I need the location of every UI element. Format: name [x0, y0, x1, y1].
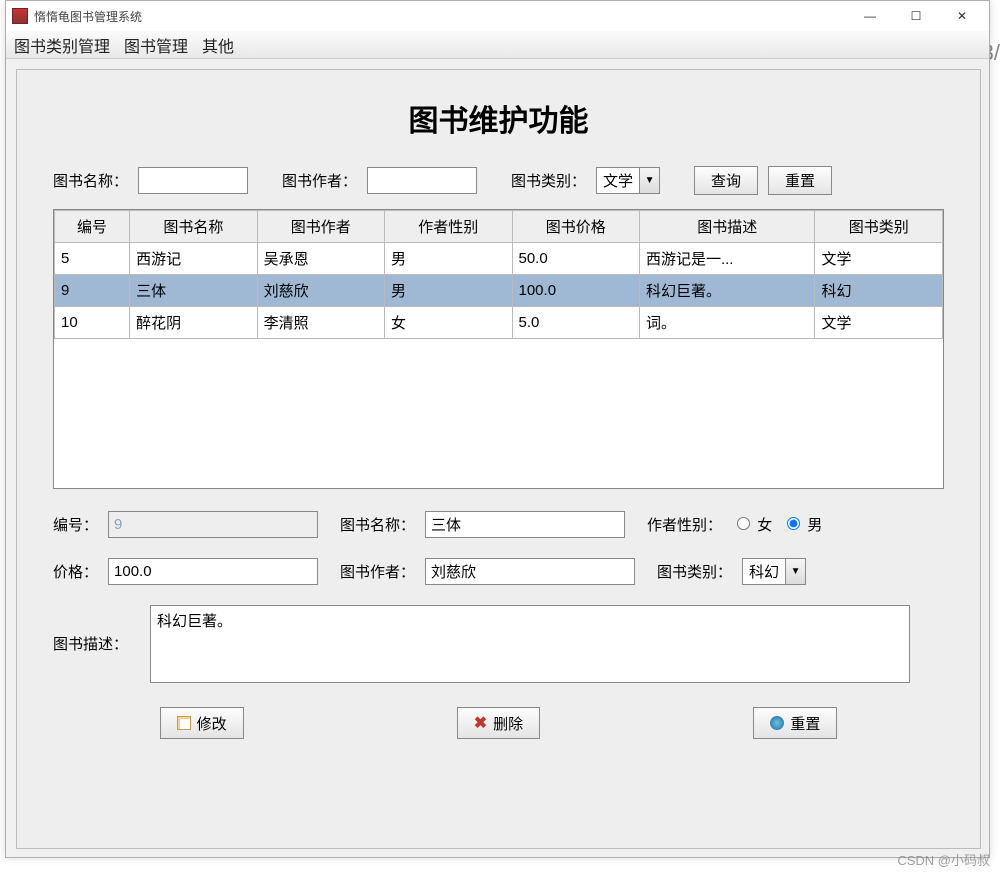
reset-search-button[interactable]: 重置: [768, 166, 832, 195]
cat-label: 图书类别：: [657, 561, 732, 582]
author-label: 图书作者：: [340, 561, 415, 582]
gender-label: 作者性别：: [647, 514, 722, 535]
name-label: 图书名称：: [340, 514, 415, 535]
gender-male-radio[interactable]: 男: [782, 514, 822, 535]
search-author-input[interactable]: [367, 167, 477, 194]
delete-button[interactable]: ✖ 删除: [457, 707, 540, 739]
form-row-1: 编号： 图书名称： 作者性别： 女 男: [53, 511, 944, 538]
name-field[interactable]: [425, 511, 625, 538]
results-table: 编号 图书名称 图书作者 作者性别 图书价格 图书描述 图书类别 5西游记吴承恩…: [54, 210, 943, 339]
results-table-wrap: 编号 图书名称 图书作者 作者性别 图书价格 图书描述 图书类别 5西游记吴承恩…: [53, 209, 944, 489]
th-author[interactable]: 图书作者: [257, 211, 384, 243]
app-window: 惰惰龟图书管理系统 — ☐ ✕ 图书类别管理 图书管理 其他 图书维护功能 图书…: [5, 0, 990, 858]
close-button[interactable]: ✕: [939, 1, 985, 31]
th-price[interactable]: 图书价格: [512, 211, 639, 243]
cat-select[interactable]: 科幻 ▼: [742, 558, 806, 585]
reset-icon: [770, 716, 784, 730]
search-name-label: 图书名称：: [53, 170, 128, 191]
th-name[interactable]: 图书名称: [130, 211, 257, 243]
search-cat-label: 图书类别：: [511, 170, 586, 191]
table-header-row: 编号 图书名称 图书作者 作者性别 图书价格 图书描述 图书类别: [55, 211, 943, 243]
maximize-button[interactable]: ☐: [893, 1, 939, 31]
table-row[interactable]: 10醉花阴李清照女5.0词。文学: [55, 307, 943, 339]
minimize-button[interactable]: —: [847, 1, 893, 31]
query-button[interactable]: 查询: [694, 166, 758, 195]
page-title: 图书维护功能: [53, 96, 944, 140]
delete-icon: ✖: [474, 713, 487, 733]
th-gender[interactable]: 作者性别: [385, 211, 512, 243]
chevron-down-icon: ▼: [786, 558, 806, 585]
price-label: 价格：: [53, 561, 98, 582]
form-row-3: 图书描述：: [53, 605, 944, 683]
cat-value: 科幻: [742, 558, 786, 585]
id-label: 编号：: [53, 514, 98, 535]
edit-icon: [177, 716, 191, 730]
th-desc[interactable]: 图书描述: [639, 211, 814, 243]
search-author-label: 图书作者：: [282, 170, 357, 191]
chevron-down-icon: ▼: [640, 167, 660, 194]
gender-female-radio[interactable]: 女: [732, 514, 772, 535]
table-row[interactable]: 9三体刘慈欣男100.0科幻巨著。科幻: [55, 275, 943, 307]
menu-category[interactable]: 图书类别管理: [14, 33, 110, 57]
search-name-input[interactable]: [138, 167, 248, 194]
modify-button[interactable]: 修改: [160, 707, 244, 739]
search-cat-value: 文学: [596, 167, 640, 194]
desc-label: 图书描述：: [53, 633, 128, 654]
search-row: 图书名称： 图书作者： 图书类别： 文学 ▼ 查询 重置: [53, 166, 944, 195]
content-panel: 图书维护功能 图书名称： 图书作者： 图书类别： 文学 ▼ 查询 重置 编号 图…: [16, 69, 981, 849]
menu-other[interactable]: 其他: [202, 33, 234, 57]
action-row: 修改 ✖ 删除 重置: [53, 707, 944, 739]
search-cat-select[interactable]: 文学 ▼: [596, 167, 660, 194]
app-icon: [12, 8, 28, 24]
window-title: 惰惰龟图书管理系统: [34, 8, 847, 25]
watermark: CSDN @小码叔: [897, 850, 990, 869]
id-field: [108, 511, 318, 538]
table-row[interactable]: 5西游记吴承恩男50.0西游记是一...文学: [55, 243, 943, 275]
window-controls: — ☐ ✕: [847, 1, 985, 31]
th-id[interactable]: 编号: [55, 211, 130, 243]
th-cat[interactable]: 图书类别: [815, 211, 943, 243]
price-field[interactable]: [108, 558, 318, 585]
author-field[interactable]: [425, 558, 635, 585]
reset-form-button[interactable]: 重置: [753, 707, 837, 739]
menu-book[interactable]: 图书管理: [124, 33, 188, 57]
titlebar: 惰惰龟图书管理系统 — ☐ ✕: [6, 1, 989, 31]
form-row-2: 价格： 图书作者： 图书类别： 科幻 ▼: [53, 558, 944, 585]
menubar: 图书类别管理 图书管理 其他: [6, 31, 989, 59]
desc-field[interactable]: [150, 605, 910, 683]
